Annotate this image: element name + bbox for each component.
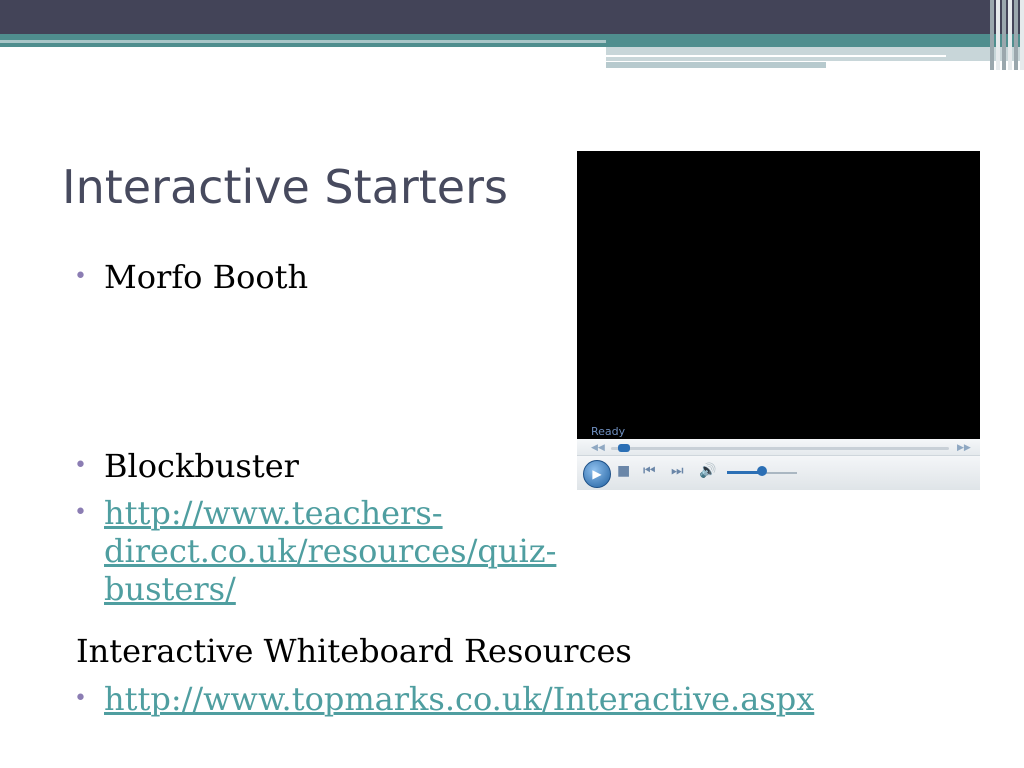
stop-icon[interactable]: ■ (617, 463, 630, 479)
header-band-light (0, 40, 606, 43)
player-status: Ready (591, 425, 626, 438)
player-controls: ▶ ■ ⏮ ⏭ 🔊 (577, 455, 980, 490)
header-right-strip (606, 55, 946, 57)
fast-forward-icon[interactable]: ▶▶ (957, 443, 971, 453)
topmarks-link[interactable]: http://www.topmarks.co.uk/Interactive.as… (104, 680, 814, 718)
slide-title: Interactive Starters (62, 160, 508, 214)
play-icon[interactable]: ▶ (583, 460, 611, 488)
bullet-item-morfo-booth: • Morfo Booth (74, 258, 594, 296)
section-heading: Interactive Whiteboard Resources (76, 632, 632, 670)
media-player[interactable]: Ready ◀◀ ▶▶ ▶ ■ ⏮ ⏭ 🔊 (577, 151, 980, 490)
header-vertical-bars (990, 0, 1024, 70)
seek-track[interactable] (611, 447, 949, 450)
bullet-item-quiz-busters-link: • http://www.teachers-direct.co.uk/resou… (74, 494, 774, 608)
rewind-icon[interactable]: ◀◀ (591, 443, 605, 453)
bullet-icon: • (74, 264, 87, 289)
bullet-icon: • (74, 686, 87, 711)
quiz-busters-link[interactable]: http://www.teachers-direct.co.uk/resourc… (104, 494, 556, 608)
bullet-text: Morfo Booth (104, 258, 309, 296)
seek-thumb[interactable] (617, 444, 630, 452)
header-right-block (606, 47, 1024, 61)
bullet-icon: • (74, 500, 87, 525)
volume-thumb[interactable] (757, 466, 767, 476)
header-band-dark (0, 0, 1024, 34)
previous-icon[interactable]: ⏮ (643, 463, 656, 479)
next-icon[interactable]: ⏭ (671, 463, 684, 479)
volume-icon[interactable]: 🔊 (699, 463, 716, 479)
header-right-strip-2 (606, 62, 826, 68)
bullet-item-blockbuster: • Blockbuster (74, 447, 594, 485)
bullet-text: Blockbuster (104, 447, 299, 485)
bullet-item-topmarks-link: • http://www.topmarks.co.uk/Interactive.… (74, 680, 974, 718)
bullet-icon: • (74, 453, 87, 478)
